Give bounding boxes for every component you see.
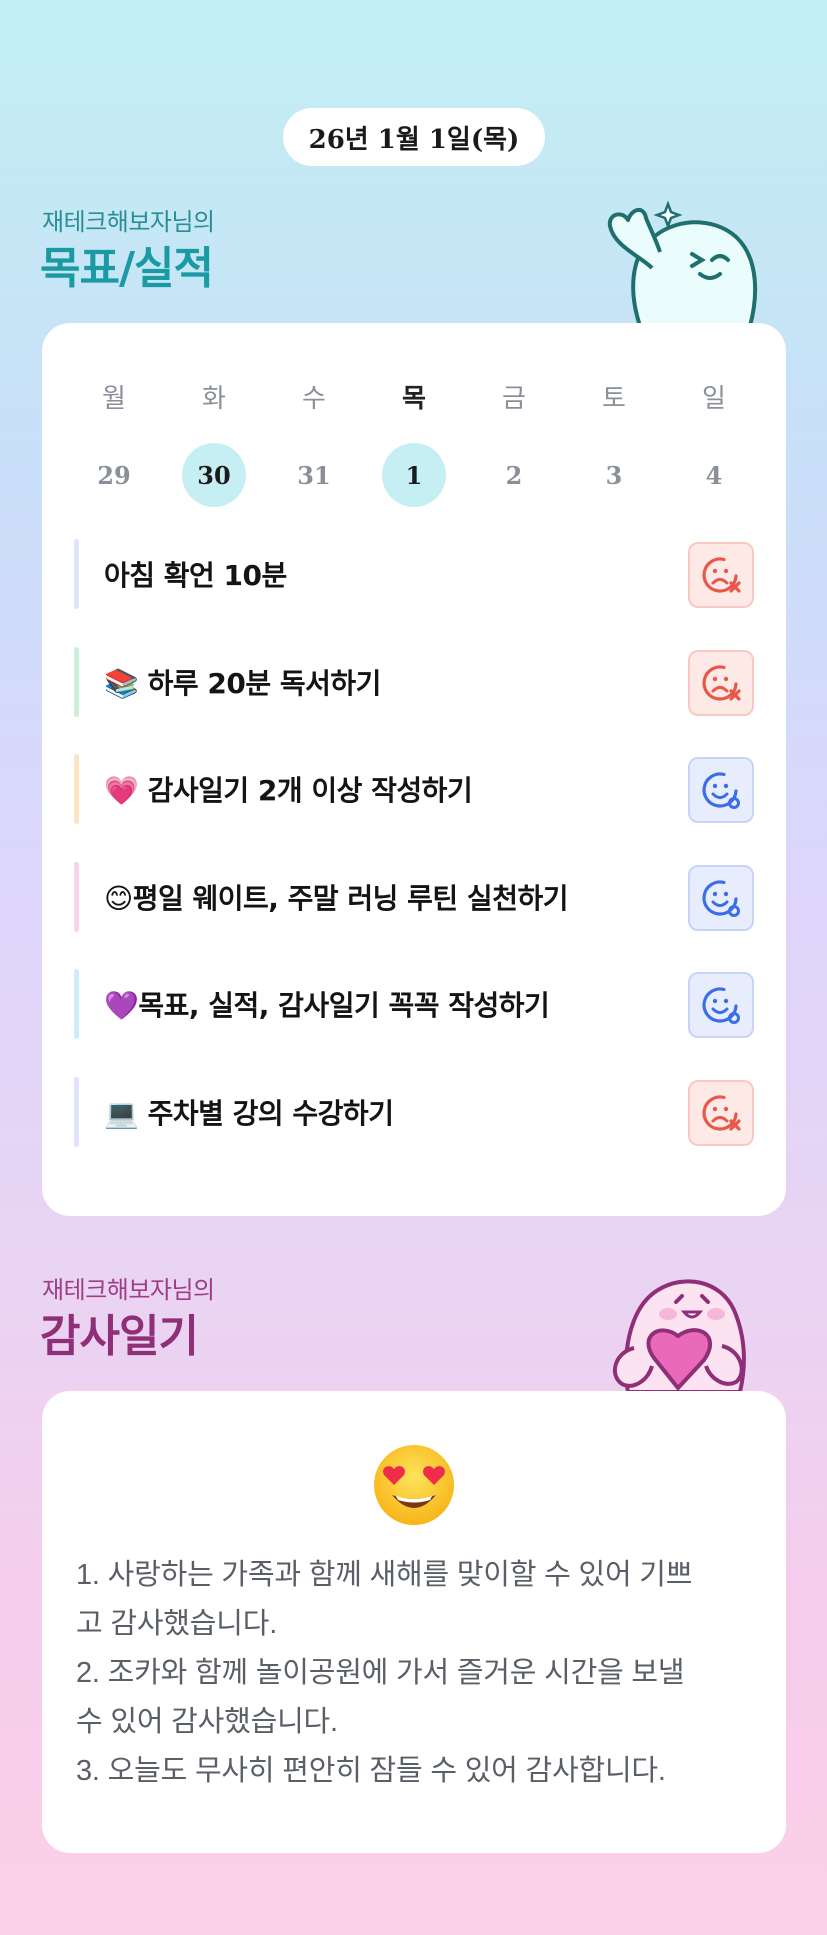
- date-cell-selected[interactable]: 1: [364, 437, 464, 513]
- goal-text: 아침 확언 10분: [104, 559, 287, 592]
- week-calendar: 월 화 수 목 금 토 일 29 30 31 1 2 3 4: [42, 363, 786, 513]
- weekday-fri: 금: [502, 383, 526, 414]
- goal-color-bar: [74, 646, 79, 717]
- mascot-thumbs-up-icon: [607, 200, 758, 326]
- goal-item[interactable]: 😊평일 웨이트, 주말 러닝 루틴 실천하기: [74, 861, 754, 932]
- smile-face-check-icon: [700, 984, 742, 1026]
- goal-color-bar: [74, 539, 79, 609]
- date-label: 26년 1월 1일(목): [308, 124, 520, 155]
- date-number: 31: [297, 460, 331, 490]
- gratitude-line: 고 감사했습니다.: [76, 1608, 278, 1640]
- goal-text: 💗 감사일기 2개 이상 작성하기: [104, 774, 473, 807]
- goal-item[interactable]: 아침 확언 10분: [74, 539, 754, 609]
- goals-section-title: 목표/실적: [40, 243, 214, 294]
- date-cell[interactable]: 3: [564, 437, 664, 513]
- goal-status-button[interactable]: [688, 542, 754, 608]
- gratitude-line: 2. 조카와 함께 놀이공원에 가서 즐거운 시간을 보낼: [76, 1657, 685, 1689]
- date-cell[interactable]: 29: [64, 437, 164, 513]
- date-cell[interactable]: 2: [464, 437, 564, 513]
- sad-face-x-icon: [700, 1092, 742, 1134]
- goal-color-bar: [74, 754, 79, 824]
- goal-text: 📚 하루 20분 독서하기: [104, 666, 381, 700]
- date-cell-recorded[interactable]: 30: [164, 437, 264, 513]
- goal-status-button[interactable]: [688, 864, 754, 931]
- date-cell[interactable]: 4: [664, 437, 764, 513]
- date-cell[interactable]: 31: [264, 437, 364, 513]
- gratitude-line: 수 있어 감사했습니다.: [76, 1706, 338, 1738]
- goal-status-button[interactable]: [688, 757, 754, 823]
- mascot-heart-hug-icon: [612, 1279, 746, 1392]
- goal-item[interactable]: 💗 감사일기 2개 이상 작성하기: [74, 754, 754, 824]
- sad-face-x-icon: [700, 662, 742, 704]
- gratitude-line: 3. 오늘도 무사히 편안히 잠들 수 있어 감사합니다.: [76, 1755, 666, 1787]
- date-number: 1: [382, 443, 446, 507]
- weekday-thu: 목: [402, 383, 426, 414]
- sad-face-x-icon: [700, 554, 742, 596]
- date-number: 2: [505, 460, 523, 490]
- smile-face-check-icon: [700, 769, 742, 811]
- weekday-sun: 일: [702, 383, 726, 414]
- goal-text: 😊평일 웨이트, 주말 러닝 루틴 실천하기: [104, 881, 568, 915]
- weekday-wed: 수: [302, 383, 326, 414]
- gratitude-entry: 1. 사랑하는 가족과 함께 새해를 맞이할 수 있어 기쁘 고 감사했습니다.…: [76, 1551, 756, 1796]
- goal-text: 💻 주차별 강의 수강하기: [104, 1096, 394, 1130]
- heart-eyes-emoji-icon: [374, 1445, 454, 1525]
- gratitude-line: 1. 사랑하는 가족과 함께 새해를 맞이할 수 있어 기쁘: [76, 1559, 693, 1591]
- date-number: 30: [182, 443, 246, 507]
- goal-color-bar: [74, 969, 79, 1039]
- gratitude-section-title: 감사일기: [40, 1311, 199, 1362]
- goal-text: 💜목표, 실적, 감사일기 꼭꼭 작성하기: [104, 989, 550, 1022]
- gratitude-card: 1. 사랑하는 가족과 함께 새해를 맞이할 수 있어 기쁘 고 감사했습니다.…: [42, 1391, 786, 1853]
- weekday-sat: 토: [602, 383, 626, 414]
- date-number: 3: [605, 460, 623, 490]
- goal-list: 아침 확언 10분 📚 하루 20분 독서하기 💗 감사일기 2개 이상 작성하…: [74, 539, 754, 1184]
- date-number: 4: [705, 460, 723, 490]
- goal-item[interactable]: 💜목표, 실적, 감사일기 꼭꼭 작성하기: [74, 969, 754, 1039]
- date-pill[interactable]: 26년 1월 1일(목): [283, 108, 545, 166]
- goal-color-bar: [74, 861, 79, 932]
- goal-color-bar: [74, 1076, 79, 1147]
- goal-status-button[interactable]: [688, 972, 754, 1038]
- goal-item[interactable]: 💻 주차별 강의 수강하기: [74, 1076, 754, 1147]
- goal-item[interactable]: 📚 하루 20분 독서하기: [74, 646, 754, 717]
- goal-status-button[interactable]: [688, 1079, 754, 1146]
- goals-card: 월 화 수 목 금 토 일 29 30 31 1 2 3 4 아침 확언 10분…: [42, 323, 786, 1216]
- goal-status-button[interactable]: [688, 649, 754, 716]
- weekday-mon: 월: [102, 383, 126, 414]
- date-number: 29: [97, 460, 131, 490]
- weekday-tue: 화: [202, 383, 226, 414]
- smile-face-check-icon: [700, 877, 742, 919]
